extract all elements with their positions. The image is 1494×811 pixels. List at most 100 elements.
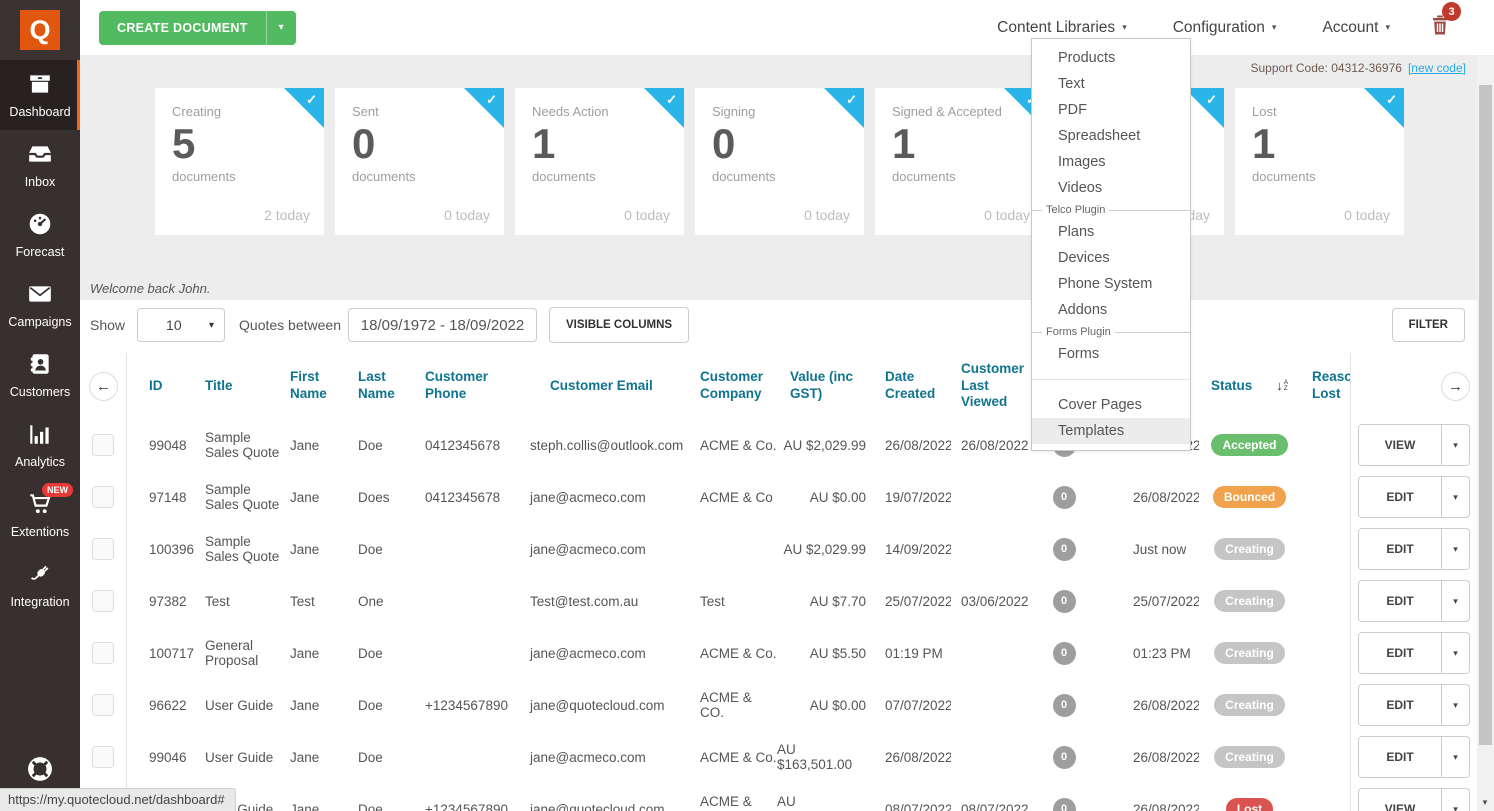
action-caret-icon[interactable]: ▾ bbox=[1442, 633, 1469, 673]
cell-date-created: 07/07/2022 bbox=[885, 697, 951, 713]
status-card-signing[interactable]: ✓ Signing 0 documents 0 today bbox=[695, 88, 864, 235]
edit-button[interactable]: EDIT ▾ bbox=[1358, 632, 1470, 674]
cell-email: jane@quotecloud.com bbox=[530, 801, 665, 811]
action-button-label[interactable]: EDIT bbox=[1359, 477, 1442, 517]
opens-count-badge: 0 bbox=[1052, 693, 1076, 717]
new-code-link[interactable]: [new code] bbox=[1408, 61, 1466, 75]
status-card-sent[interactable]: ✓ Sent 0 documents 0 today bbox=[335, 88, 504, 235]
row-checkbox[interactable] bbox=[92, 434, 114, 456]
quotecloud-logo[interactable]: Q bbox=[20, 10, 60, 50]
scroll-left-button[interactable]: ← bbox=[89, 372, 118, 401]
menu-item-spreadsheet[interactable]: Spreadsheet bbox=[1032, 123, 1190, 149]
row-checkbox[interactable] bbox=[92, 590, 114, 612]
menu-item-forms[interactable]: Forms bbox=[1032, 341, 1190, 367]
menu-item-text[interactable]: Text bbox=[1032, 71, 1190, 97]
menu-item-addons[interactable]: Addons bbox=[1032, 297, 1190, 323]
cell-opens: 0 bbox=[1029, 783, 1099, 811]
menu-item-pdf[interactable]: PDF bbox=[1032, 97, 1190, 123]
action-button-label[interactable]: VIEW bbox=[1359, 425, 1442, 465]
column-header-customer-last-viewed[interactable]: Customer Last Viewed bbox=[951, 353, 1029, 419]
vertical-scrollbar[interactable]: ▼ bbox=[1477, 55, 1494, 811]
menu-item-products[interactable]: Products bbox=[1032, 45, 1190, 71]
column-header-status[interactable]: Status ↓ A Z bbox=[1199, 353, 1300, 419]
status-card-creating[interactable]: ✓ Creating 5 documents 2 today bbox=[155, 88, 324, 235]
sidebar-item-forecast[interactable]: Forecast bbox=[0, 200, 80, 270]
sidebar-item-dashboard[interactable]: Dashboard bbox=[0, 60, 80, 130]
action-caret-icon[interactable]: ▾ bbox=[1442, 581, 1469, 621]
status-card-signed-accepted[interactable]: ✓Signed & Accepted1documents0 today bbox=[875, 88, 1044, 235]
cell-reason-lost bbox=[1300, 627, 1350, 679]
sidebar-item-label: Forecast bbox=[15, 245, 65, 259]
menu-item-plans[interactable]: Plans bbox=[1032, 219, 1190, 245]
column-header-reason-lost[interactable]: Reason Lost bbox=[1300, 353, 1350, 419]
column-header-value-inc-gst[interactable]: Value (inc GST) bbox=[777, 353, 869, 419]
sort-icon[interactable]: ↓ A Z bbox=[1276, 378, 1288, 394]
sidebar-item-inbox[interactable]: Inbox bbox=[0, 130, 80, 200]
trash-button[interactable]: 3 bbox=[1428, 2, 1461, 43]
sidebar-item-customers[interactable]: Customers bbox=[0, 340, 80, 410]
sidebar-item-extentions[interactable]: Extentions NEW bbox=[0, 480, 80, 550]
view-button[interactable]: VIEW ▾ bbox=[1358, 424, 1470, 466]
action-button-label[interactable]: EDIT bbox=[1359, 529, 1442, 569]
visible-columns-button[interactable]: VISIBLE COLUMNS bbox=[549, 307, 690, 343]
action-caret-icon[interactable]: ▾ bbox=[1442, 737, 1469, 777]
column-header-last-name[interactable]: Last Name bbox=[349, 353, 413, 419]
menu-item-devices[interactable]: Devices bbox=[1032, 245, 1190, 271]
menu-item-videos[interactable]: Videos bbox=[1032, 175, 1190, 201]
action-caret-icon[interactable]: ▾ bbox=[1442, 529, 1469, 569]
edit-button[interactable]: EDIT ▾ bbox=[1358, 580, 1470, 622]
edit-button[interactable]: EDIT ▾ bbox=[1358, 684, 1470, 726]
action-button-label[interactable]: VIEW bbox=[1359, 789, 1442, 811]
row-checkbox[interactable] bbox=[92, 486, 114, 508]
cell-phone: 0412345678 bbox=[425, 489, 501, 505]
page-size-select[interactable]: 10 ▾ bbox=[137, 308, 226, 342]
scrollbar-down-arrow-icon[interactable]: ▼ bbox=[1481, 798, 1489, 807]
scroll-right-button[interactable]: → bbox=[1441, 372, 1470, 401]
column-header-first-name[interactable]: First Name bbox=[283, 353, 349, 419]
nav-account[interactable]: Account ▾ bbox=[1322, 19, 1390, 37]
create-document-button[interactable]: CREATE DOCUMENT ▾ bbox=[99, 10, 296, 45]
action-button-label[interactable]: EDIT bbox=[1359, 737, 1442, 777]
action-button-label[interactable]: EDIT bbox=[1359, 685, 1442, 725]
column-header-customer-company[interactable]: Customer Company bbox=[685, 353, 777, 419]
action-button-label[interactable]: EDIT bbox=[1359, 633, 1442, 673]
action-caret-icon[interactable]: ▾ bbox=[1442, 477, 1469, 517]
sidebar-item-analytics[interactable]: Analytics bbox=[0, 410, 80, 480]
action-caret-icon[interactable]: ▾ bbox=[1442, 789, 1469, 811]
view-button[interactable]: VIEW ▾ bbox=[1358, 788, 1470, 811]
cell-title: Sample Sales Quote bbox=[205, 482, 280, 512]
nav-content-libraries[interactable]: Content Libraries ▾ bbox=[997, 19, 1127, 37]
status-card-lost[interactable]: ✓ Lost 1 documents 0 today bbox=[1235, 88, 1404, 235]
card-today-count: 2 today bbox=[264, 207, 310, 223]
column-header-title[interactable]: Title bbox=[195, 353, 283, 419]
menu-item-images[interactable]: Images bbox=[1032, 149, 1190, 175]
action-button-label[interactable]: EDIT bbox=[1359, 581, 1442, 621]
nav-configuration[interactable]: Configuration ▾ bbox=[1173, 19, 1277, 37]
action-caret-icon[interactable]: ▾ bbox=[1442, 425, 1469, 465]
row-checkbox[interactable] bbox=[92, 538, 114, 560]
edit-button[interactable]: EDIT ▾ bbox=[1358, 528, 1470, 570]
column-header-customer-email[interactable]: Customer Email bbox=[525, 353, 685, 419]
row-checkbox[interactable] bbox=[92, 642, 114, 664]
menu-item-templates[interactable]: Templates bbox=[1032, 418, 1190, 444]
scrollbar-thumb[interactable] bbox=[1479, 85, 1492, 745]
sidebar-item-campaigns[interactable]: Campaigns bbox=[0, 270, 80, 340]
create-document-caret-icon[interactable]: ▾ bbox=[265, 10, 296, 45]
filter-button[interactable]: FILTER bbox=[1391, 308, 1465, 342]
menu-item-phone-system[interactable]: Phone System bbox=[1032, 271, 1190, 297]
column-header-date-created[interactable]: Date Created bbox=[869, 353, 951, 419]
row-checkbox[interactable] bbox=[92, 746, 114, 768]
edit-button[interactable]: EDIT ▾ bbox=[1358, 736, 1470, 778]
cell-last-viewed: 03/06/2022 bbox=[961, 593, 1029, 609]
column-header-customer-phone[interactable]: Customer Phone bbox=[413, 353, 525, 419]
status-card-needs-action[interactable]: ✓ Needs Action 1 documents 0 today bbox=[515, 88, 684, 235]
column-header-id[interactable]: ID bbox=[127, 353, 195, 419]
action-caret-icon[interactable]: ▾ bbox=[1442, 685, 1469, 725]
edit-button[interactable]: EDIT ▾ bbox=[1358, 476, 1470, 518]
cell-email: steph.collis@outlook.com bbox=[530, 437, 684, 453]
sidebar-item-integration[interactable]: Integration bbox=[0, 550, 80, 620]
date-range-input[interactable] bbox=[348, 308, 537, 342]
row-checkbox[interactable] bbox=[92, 694, 114, 716]
menu-item-cover-pages[interactable]: Cover Pages bbox=[1032, 392, 1190, 418]
cell-phone bbox=[413, 575, 525, 627]
